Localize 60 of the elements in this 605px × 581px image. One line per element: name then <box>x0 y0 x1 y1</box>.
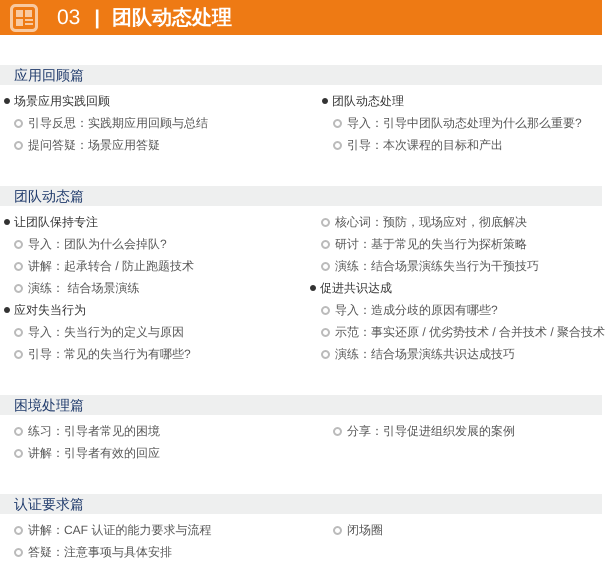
ring-icon <box>320 240 330 248</box>
point-text: 演练：结合场景演练失当行为干预技巧 <box>334 258 539 275</box>
ring-icon <box>14 284 23 292</box>
ring-icon <box>14 118 23 128</box>
point-text: 演练：结合场景演练共识达成技巧 <box>334 346 515 363</box>
ring-icon <box>14 526 23 534</box>
point-text: 导入：造成分歧的原因有哪些? <box>334 302 498 319</box>
point-text: 导入：失当行为的定义与原因 <box>28 324 184 341</box>
point-text: 导入：引导中团队动态处理为什么那么重要? <box>347 115 582 132</box>
section-title: 应用回顾篇 <box>14 66 84 84</box>
point-text: 示范：事实还原 / 优劣势技术 / 合并技术 / 聚合技术 <box>334 324 605 341</box>
ring-icon <box>320 328 330 336</box>
section-number: 03 <box>57 4 80 31</box>
point-text: 分享：引导促进组织发展的案例 <box>347 423 515 440</box>
point-text: 讲解：起承转合 / 防止跑题技术 <box>28 258 194 275</box>
point-text: 演练： 结合场景演练 <box>28 280 140 297</box>
point-text: 讲解：CAF 认证的能力要求与流程 <box>28 522 212 539</box>
ring-icon <box>320 306 330 314</box>
topic-text: 促进共识达成 <box>320 280 392 297</box>
ring-icon <box>333 118 342 128</box>
ring-icon <box>320 218 330 226</box>
ring-icon <box>333 526 342 534</box>
section-title: 困境处理篇 <box>14 396 84 414</box>
point-text: 练习：引导者常见的困境 <box>28 423 160 440</box>
ring-icon <box>14 448 23 458</box>
bullet-icon <box>322 98 328 104</box>
bullet-icon <box>4 98 10 104</box>
point-text: 讲解：引导者有效的回应 <box>28 445 160 462</box>
point-text: 引导：常见的失当行为有哪些? <box>28 346 191 363</box>
header-title: 团队动态处理 <box>112 6 232 30</box>
topic-text: 场景应用实践回顾 <box>14 93 110 110</box>
topic-text: 让团队保持专注 <box>14 214 98 231</box>
point-text: 核心词：预防，现场应对，彻底解决 <box>334 214 527 231</box>
point-text: 引导反思：实践期应用回顾与总结 <box>28 115 208 132</box>
separator: | <box>94 6 100 30</box>
layout-icon <box>10 4 38 32</box>
ring-icon <box>333 140 342 150</box>
ring-icon <box>14 426 23 436</box>
bullet-icon <box>4 219 10 225</box>
point-text: 研讨：基于常见的失当行为探析策略 <box>334 236 527 253</box>
topic-text: 应对失当行为 <box>14 302 86 319</box>
ring-icon <box>320 350 330 358</box>
point-text: 导入：团队为什么会掉队? <box>28 236 167 253</box>
point-text: 答疑：注意事项与具体安排 <box>28 544 172 561</box>
section-title: 团队动态篇 <box>14 186 84 206</box>
ring-icon <box>14 548 23 556</box>
ring-icon <box>320 262 330 270</box>
topic-text: 团队动态处理 <box>332 93 404 110</box>
point-text: 闭场圈 <box>347 522 383 539</box>
point-text: 提问答疑：场景应用答疑 <box>28 137 160 154</box>
section-title: 认证要求篇 <box>14 494 84 514</box>
point-text: 引导：本次课程的目标和产出 <box>347 137 503 154</box>
ring-icon <box>14 240 23 248</box>
ring-icon <box>14 140 23 150</box>
ring-icon <box>14 328 23 336</box>
ring-icon <box>14 262 23 270</box>
ring-icon <box>14 350 23 358</box>
bullet-icon <box>4 307 10 313</box>
ring-icon <box>333 426 342 436</box>
bullet-icon <box>310 285 316 291</box>
